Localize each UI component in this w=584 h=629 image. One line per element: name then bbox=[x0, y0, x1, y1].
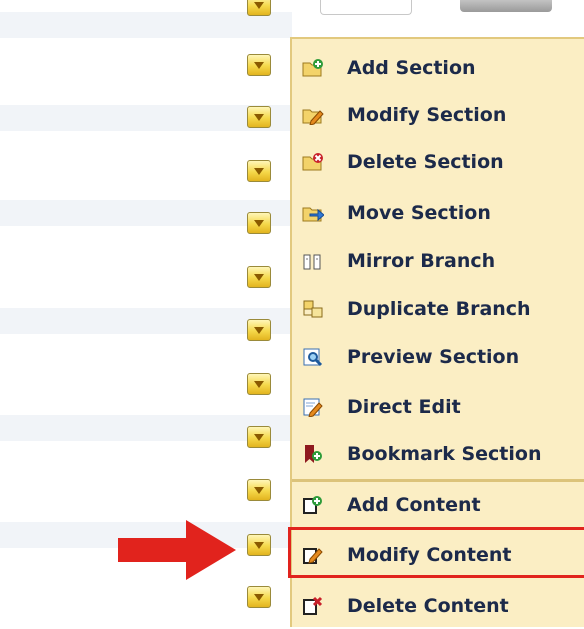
row-dropdown-button[interactable] bbox=[247, 534, 271, 556]
highlight-box bbox=[288, 527, 584, 578]
menu-item-direct-edit[interactable]: Direct Edit bbox=[292, 384, 584, 430]
menu-item-bookmark-section[interactable]: Bookmark Section bbox=[292, 431, 584, 477]
row-dropdown-button[interactable] bbox=[247, 160, 271, 182]
row-dropdown-button[interactable] bbox=[247, 266, 271, 288]
preview-icon bbox=[303, 348, 323, 367]
content-add-icon bbox=[303, 496, 322, 514]
row-dropdown-button[interactable] bbox=[247, 479, 271, 501]
row-dropdown-button[interactable] bbox=[247, 54, 271, 76]
menu-item-preview-section[interactable]: Preview Section bbox=[292, 334, 584, 380]
menu-item-label: Modify Section bbox=[347, 104, 507, 126]
menu-item-delete-content[interactable]: Delete Content bbox=[292, 583, 584, 629]
row-dropdown-button[interactable] bbox=[247, 586, 271, 608]
folder-delete-icon bbox=[302, 153, 323, 171]
menu-item-duplicate-branch[interactable]: Duplicate Branch bbox=[292, 286, 584, 332]
menu-item-label: Delete Section bbox=[347, 151, 504, 173]
menu-item-add-content[interactable]: Add Content bbox=[292, 482, 584, 528]
menu-item-label: Duplicate Branch bbox=[347, 298, 531, 320]
menu-item-modify-section[interactable]: Modify Section bbox=[292, 92, 584, 138]
red-arrow-icon bbox=[118, 520, 236, 580]
row-dropdown-button[interactable] bbox=[247, 426, 271, 448]
mirror-icon bbox=[303, 254, 321, 270]
menu-item-label: Move Section bbox=[347, 202, 491, 224]
row-stripe bbox=[0, 12, 292, 38]
menu-item-label: Delete Content bbox=[347, 595, 509, 617]
content-delete-icon bbox=[303, 596, 323, 615]
menu-item-label: Mirror Branch bbox=[347, 250, 496, 272]
menu-item-mirror-branch[interactable]: Mirror Branch bbox=[292, 238, 584, 284]
menu-item-add-section[interactable]: Add Section bbox=[292, 45, 584, 91]
menu-item-label: Add Section bbox=[347, 57, 476, 79]
folder-move-icon bbox=[302, 207, 324, 222]
row-dropdown-button[interactable] bbox=[247, 106, 271, 128]
folder-add-icon bbox=[302, 59, 323, 77]
menu-item-label: Preview Section bbox=[347, 346, 520, 368]
duplicate-icon bbox=[303, 300, 323, 318]
row-dropdown-button[interactable] bbox=[247, 373, 271, 395]
menu-item-move-section[interactable]: Move Section bbox=[292, 190, 584, 236]
row-dropdown-button[interactable] bbox=[247, 319, 271, 341]
bookmark-icon bbox=[305, 445, 322, 463]
edit-page-icon bbox=[303, 398, 323, 417]
folder-edit-icon bbox=[302, 109, 324, 125]
top-input-field[interactable] bbox=[320, 0, 412, 15]
row-dropdown-button[interactable] bbox=[247, 212, 271, 234]
top-button[interactable] bbox=[460, 0, 552, 12]
menu-item-delete-section[interactable]: Delete Section bbox=[292, 139, 584, 185]
menu-item-label: Direct Edit bbox=[347, 396, 461, 418]
menu-item-label: Bookmark Section bbox=[347, 443, 542, 465]
row-dropdown-button[interactable] bbox=[247, 0, 271, 16]
menu-item-label: Add Content bbox=[347, 494, 481, 516]
